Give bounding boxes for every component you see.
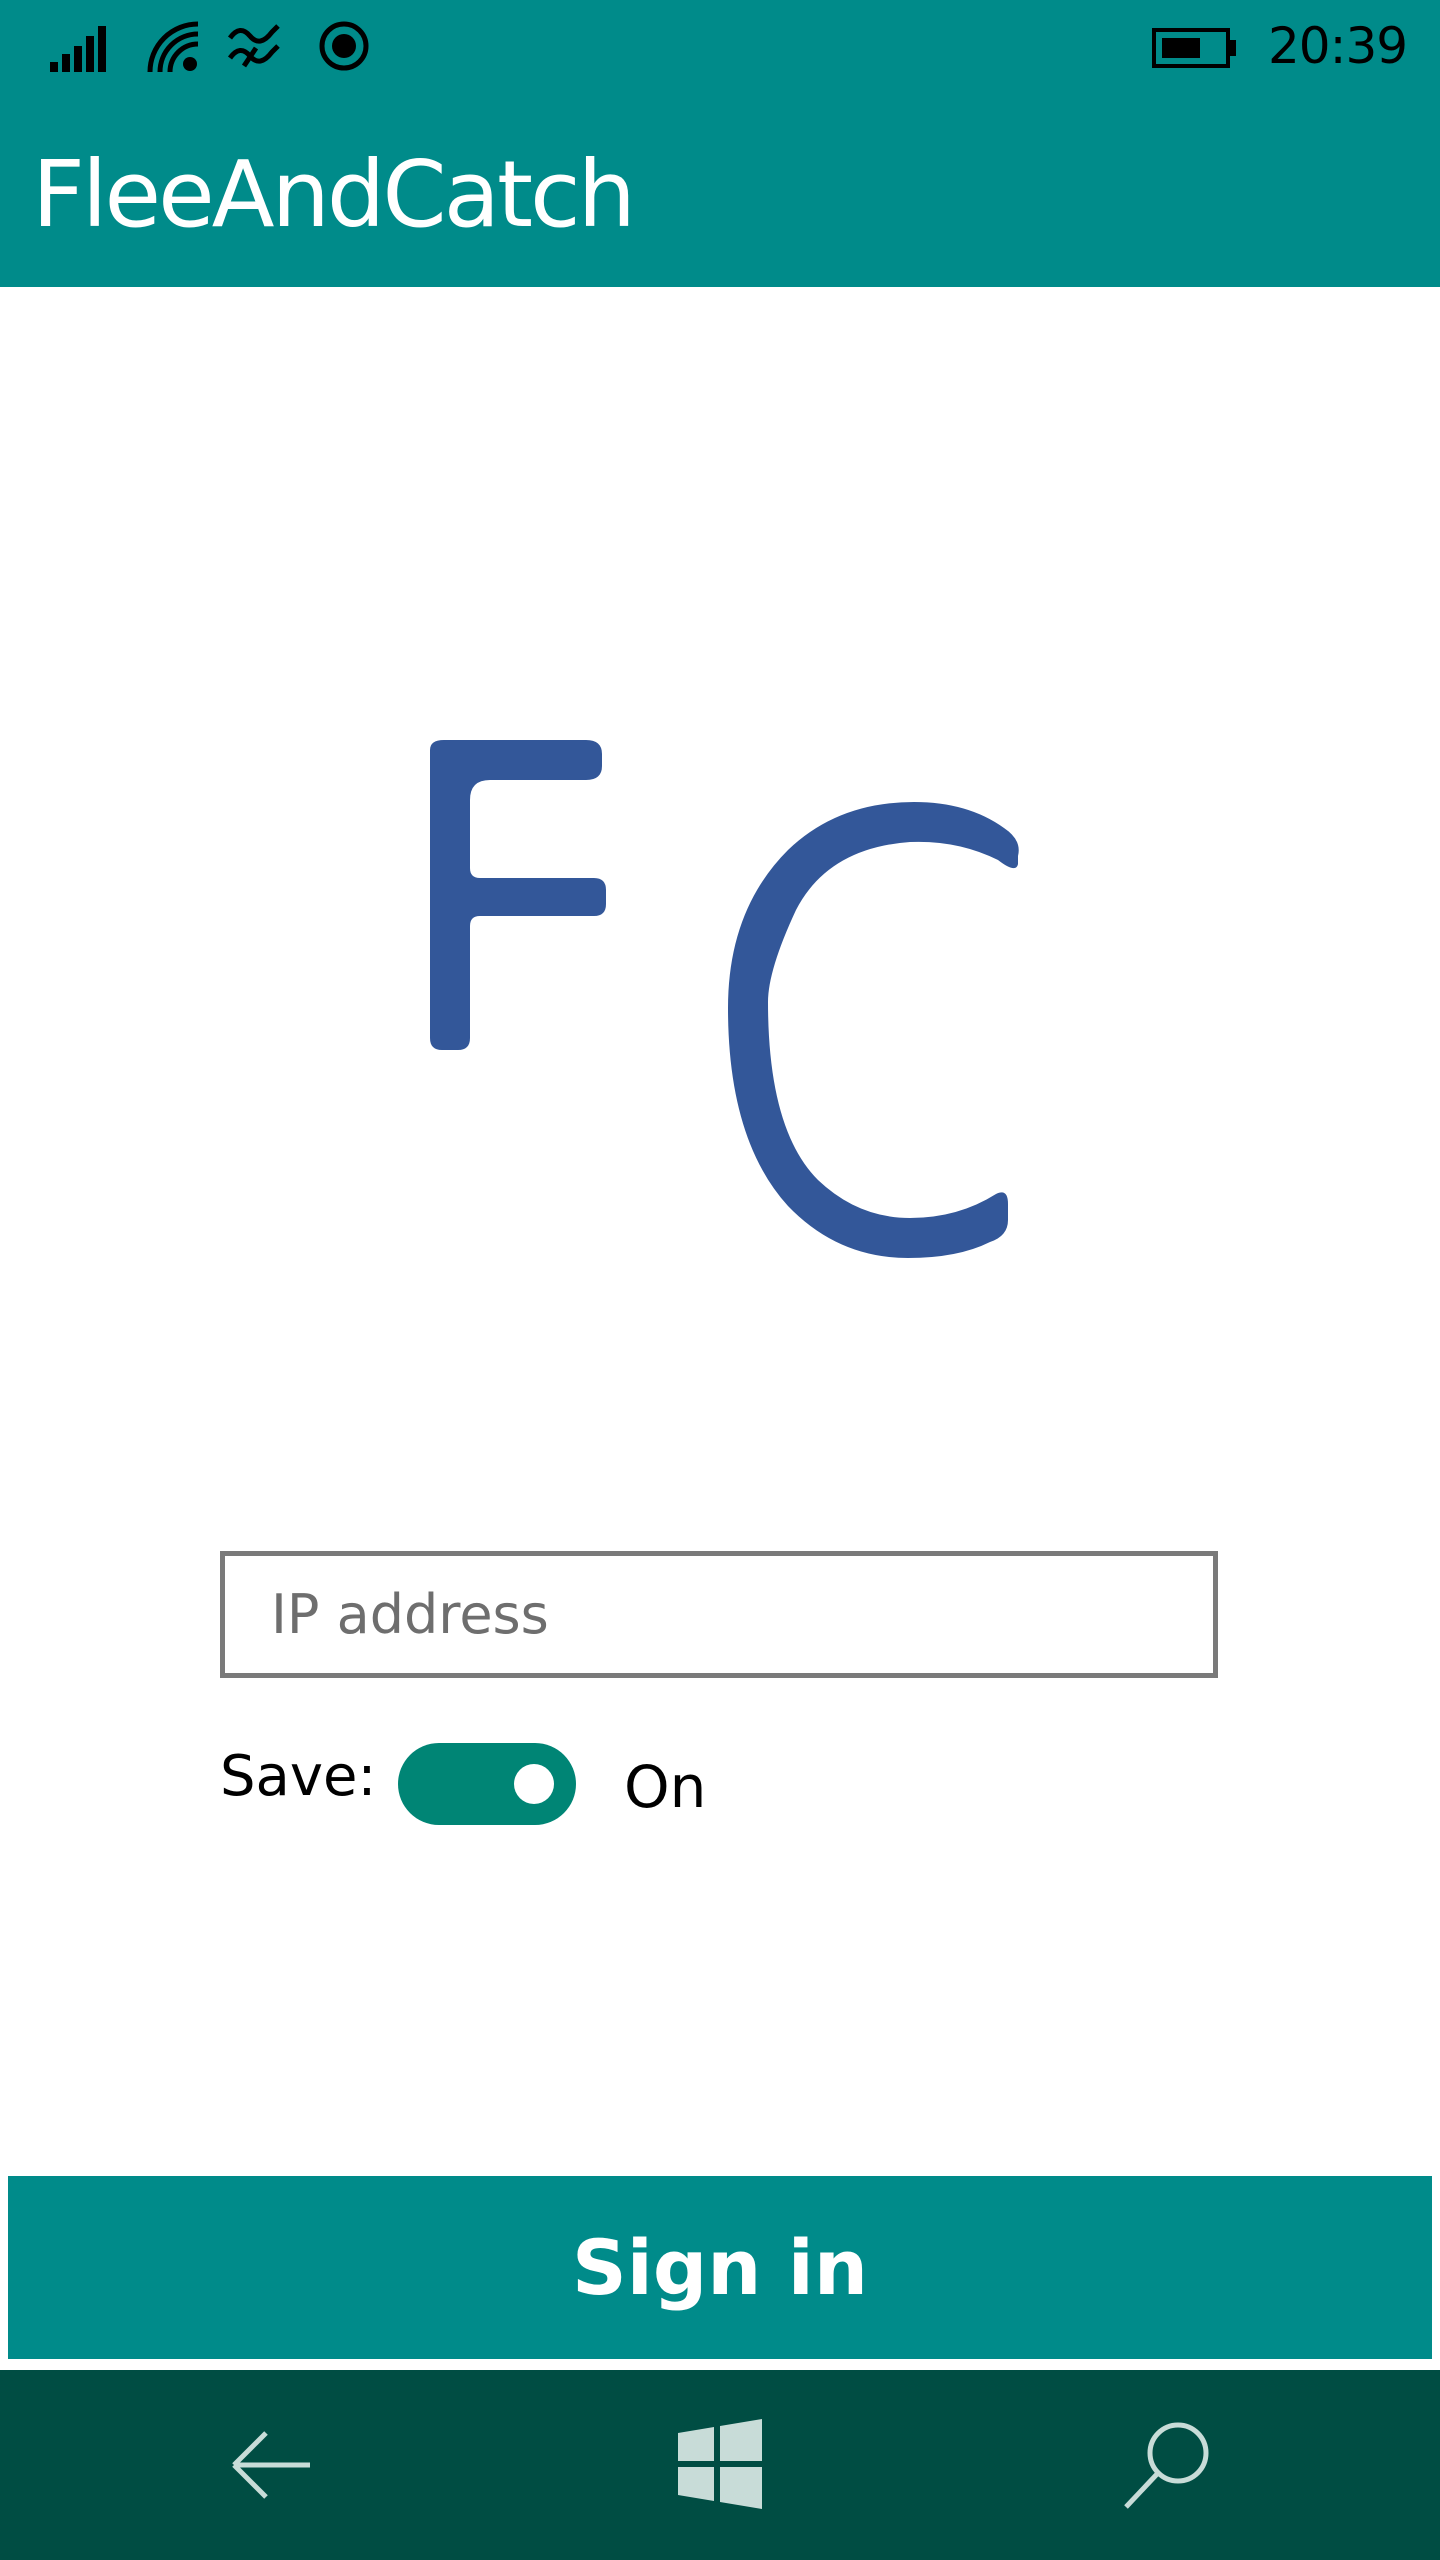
location-icon <box>319 21 369 71</box>
ip-address-input[interactable] <box>220 1551 1218 1678</box>
app-logo <box>430 740 1019 1258</box>
wifi-icon <box>147 21 199 73</box>
sign-in-button[interactable]: Sign in <box>8 2176 1432 2359</box>
logo-letter-f <box>430 740 606 1050</box>
save-toggle-state: On <box>624 1753 707 1821</box>
page-title: FleeAndCatch <box>32 141 636 248</box>
windows-start-icon[interactable] <box>670 2415 770 2515</box>
clock: 20:39 <box>1268 17 1408 75</box>
save-toggle[interactable] <box>398 1743 576 1825</box>
logo-letter-c <box>728 802 1019 1258</box>
search-icon[interactable] <box>1118 2415 1218 2515</box>
toggle-knob <box>514 1764 554 1804</box>
cellular-data-icon <box>227 24 280 68</box>
app-header: FleeAndCatch <box>0 95 1440 287</box>
status-bar: 20:39 <box>0 0 1440 95</box>
save-label: Save: <box>220 1744 377 1809</box>
signal-strength-icon <box>50 26 106 72</box>
navigation-bar <box>0 2370 1440 2560</box>
back-icon[interactable] <box>222 2415 322 2515</box>
battery-icon <box>1152 28 1236 68</box>
